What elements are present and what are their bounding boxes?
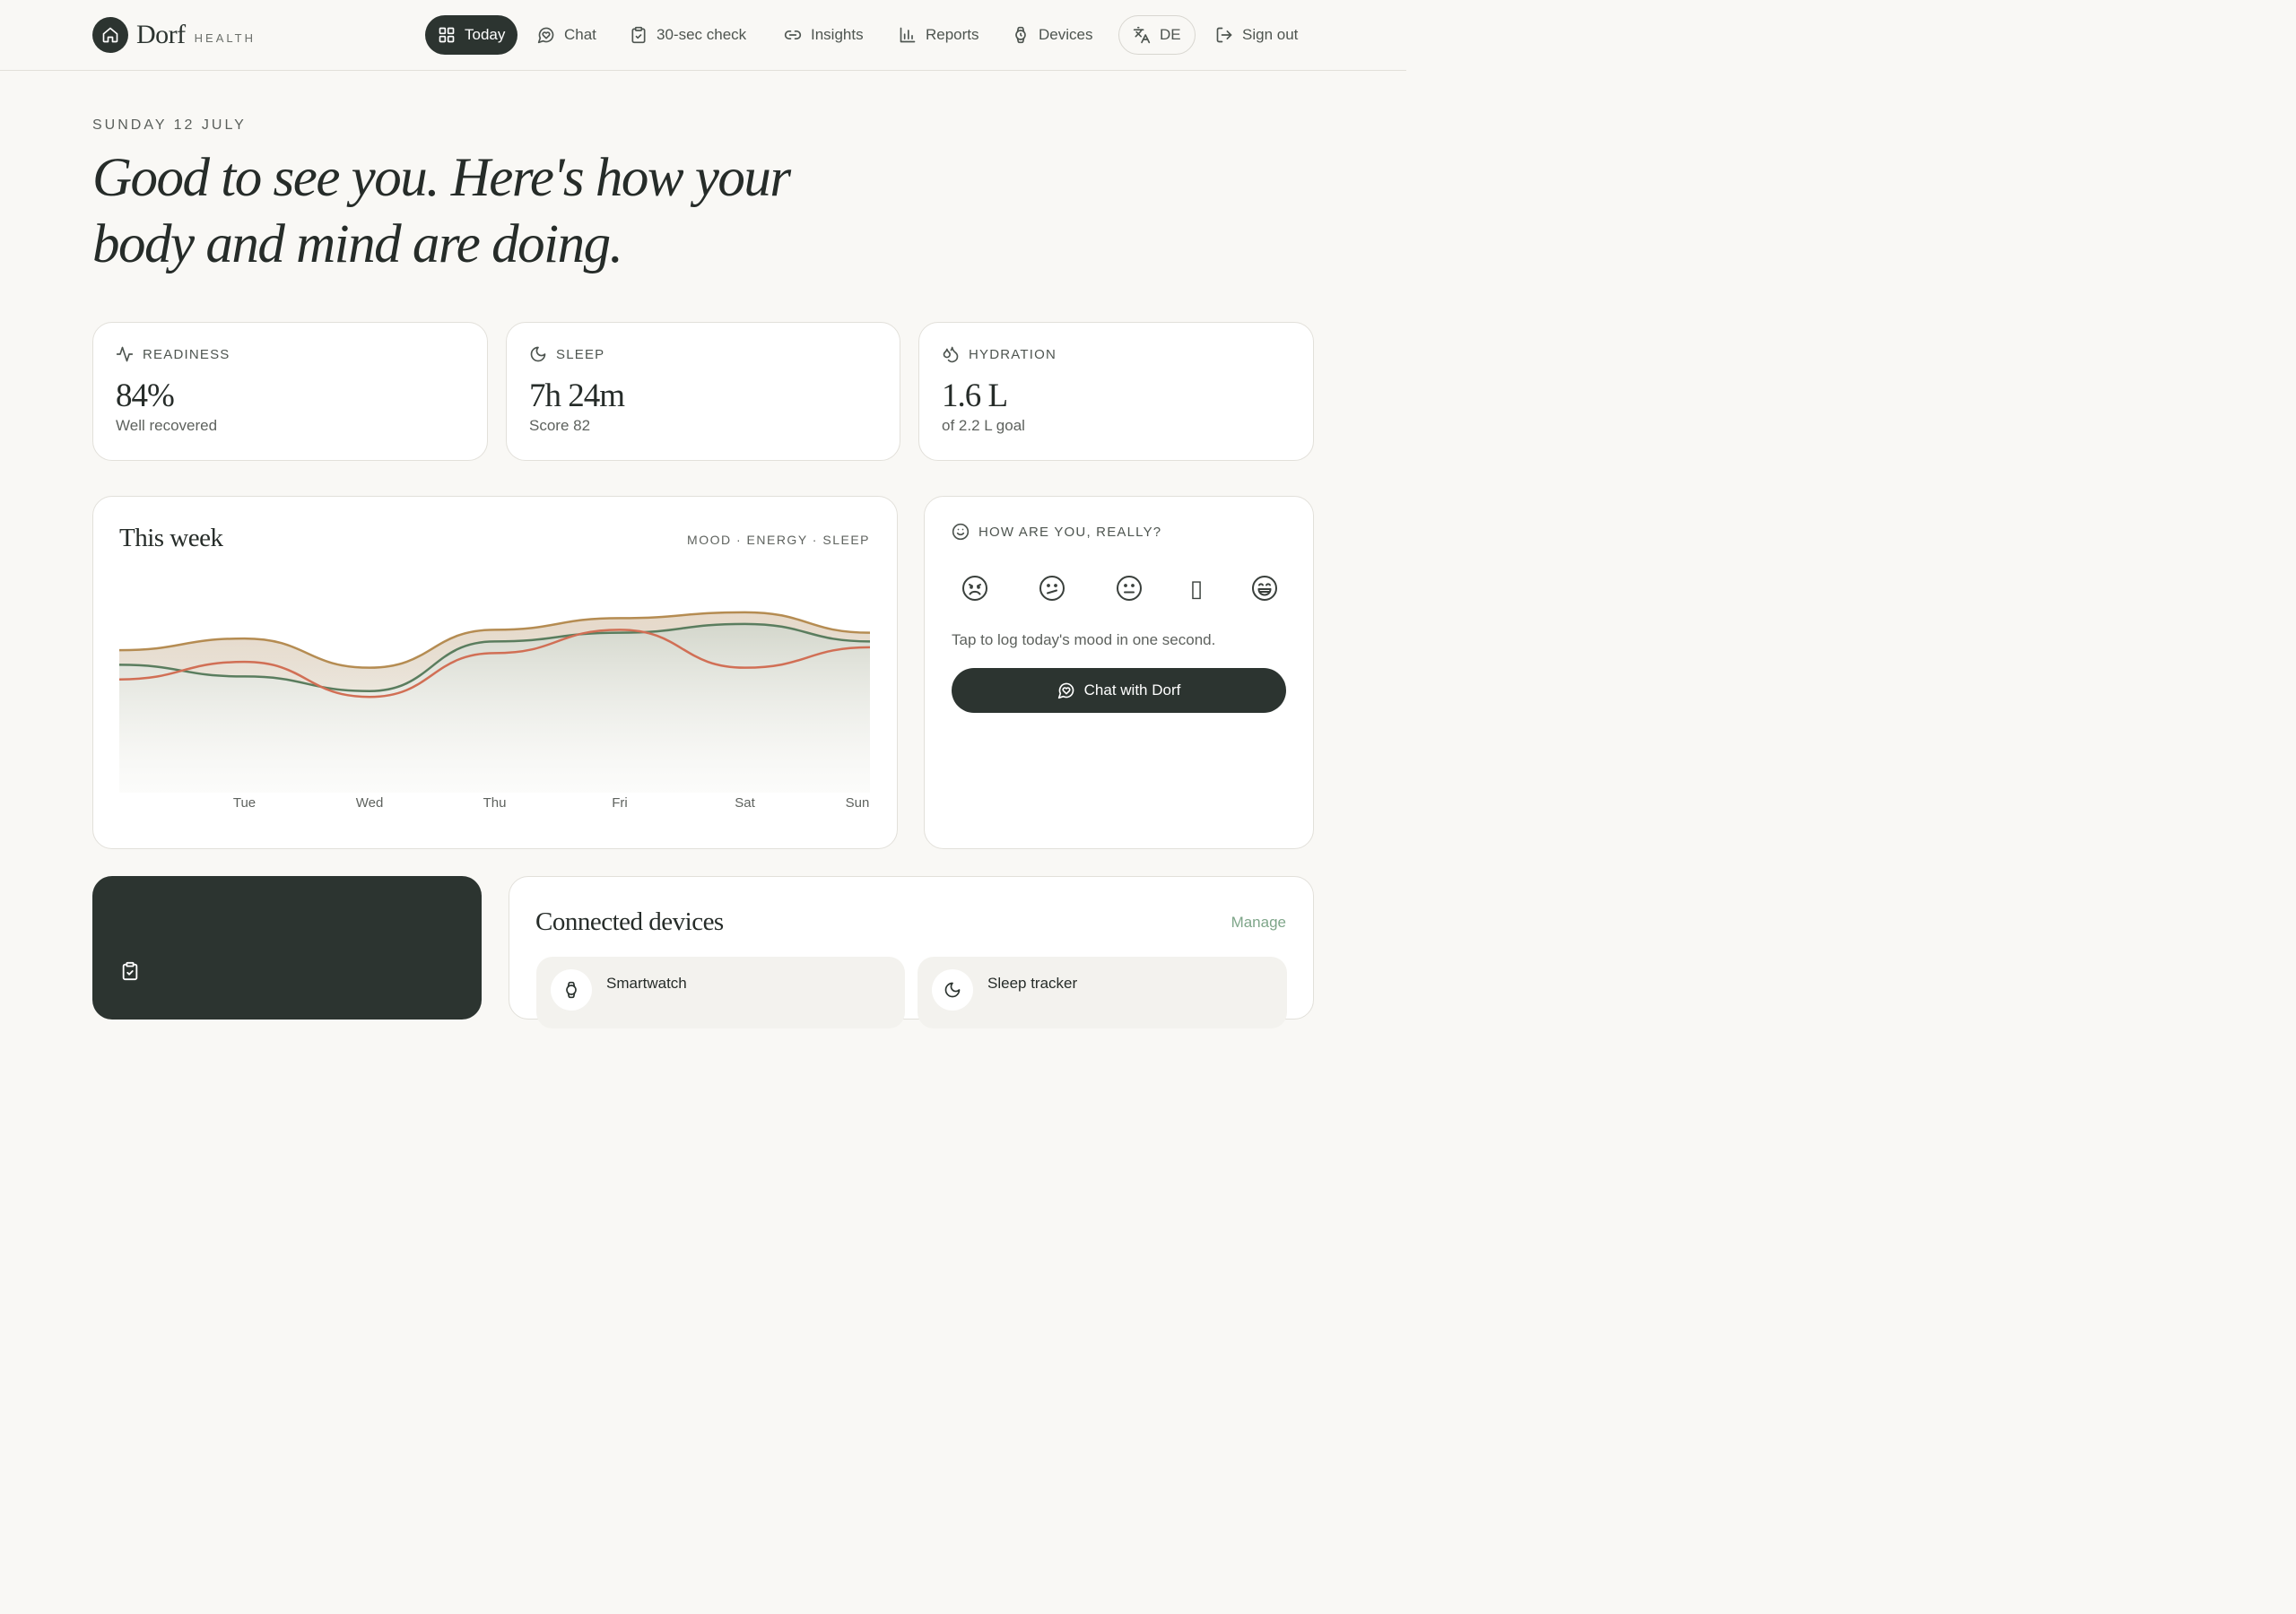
- week-chart-card: This week MOOD · ENERGY · SLEEP Tue Wed Th…: [92, 496, 898, 849]
- nav-today[interactable]: Today: [425, 15, 518, 55]
- very-sad-face-icon[interactable]: [961, 574, 989, 603]
- missing-glyph-icon[interactable]: ▯: [1182, 574, 1211, 603]
- watch-icon: [1015, 26, 1026, 44]
- stat-label: HYDRATION: [942, 345, 1057, 363]
- current-date: SUNDAY 12 JULY: [92, 117, 247, 133]
- x-tick-label: Tue: [232, 795, 257, 811]
- clipboard-check-icon: [122, 961, 138, 981]
- nav-insights[interactable]: Insights: [784, 15, 864, 55]
- readiness-value: 84%: [116, 377, 175, 414]
- nav-label: Today: [465, 26, 506, 43]
- confused-face-icon[interactable]: [1038, 574, 1066, 603]
- brand[interactable]: Dorf HEALTH: [92, 17, 256, 53]
- moon-icon: [530, 346, 546, 362]
- grid-icon: [439, 27, 455, 43]
- droplets-icon: [943, 346, 959, 363]
- language-label: DE: [1160, 26, 1181, 43]
- watch-icon: [551, 969, 592, 1011]
- bar-chart-icon: [900, 27, 916, 43]
- nav-label: Reports: [926, 26, 979, 43]
- hydration-value: 1.6 L: [942, 377, 1008, 414]
- week-chart: [119, 611, 870, 793]
- chat-with-dorf-button[interactable]: Chat with Dorf: [952, 668, 1286, 713]
- activity-icon: [116, 346, 134, 362]
- logout-icon: [1216, 27, 1232, 43]
- nav-chat[interactable]: Chat: [537, 15, 596, 55]
- x-tick-label: Sun: [845, 795, 870, 811]
- mood-heading: HOW ARE YOU, REALLY?: [952, 523, 1161, 541]
- sleep-card[interactable]: SLEEP 7h 24m Score 82: [506, 322, 900, 461]
- stat-label: READINESS: [116, 345, 230, 363]
- link-icon: [784, 30, 802, 40]
- quick-check-card[interactable]: [92, 876, 482, 1020]
- x-tick-label: Fri: [612, 795, 628, 811]
- stat-label: SLEEP: [529, 345, 604, 363]
- hydration-card[interactable]: HYDRATION 1.6 L of 2.2 L goal: [918, 322, 1314, 461]
- sign-out-button[interactable]: Sign out: [1215, 15, 1298, 55]
- sign-out-label: Sign out: [1242, 26, 1299, 43]
- grinning-face-icon[interactable]: [1250, 574, 1279, 603]
- moon-icon: [932, 969, 973, 1011]
- manage-devices-link[interactable]: Manage: [1231, 914, 1286, 932]
- nav-label: 30-sec check: [657, 26, 747, 43]
- chat-icon: [1057, 682, 1074, 699]
- x-tick-label: Thu: [483, 795, 507, 811]
- connected-devices-card: Connected devices Manage Smartwatch Slee…: [509, 876, 1314, 1028]
- chart-title: This week: [119, 524, 223, 552]
- chart-legend: MOOD · ENERGY · SLEEP: [687, 533, 870, 547]
- neutral-face-icon[interactable]: [1115, 574, 1144, 603]
- translate-icon: [1133, 26, 1151, 44]
- x-tick-label: Sat: [735, 795, 755, 811]
- device-name: Sleep tracker: [987, 975, 1078, 992]
- nav-30-sec-check[interactable]: 30-sec check: [630, 15, 746, 55]
- nav-label: Chat: [564, 26, 596, 43]
- sleep-subtext: Score 82: [529, 417, 591, 434]
- hydration-subtext: of 2.2 L goal: [942, 417, 1025, 434]
- readiness-subtext: Well recovered: [116, 417, 218, 434]
- mood-hint: Tap to log today's mood in one second.: [952, 631, 1216, 648]
- devices-title: Connected devices: [535, 907, 724, 936]
- nav-label: Devices: [1039, 26, 1093, 43]
- brand-subtitle: HEALTH: [194, 30, 256, 45]
- sleep-value: 7h 24m: [529, 377, 625, 414]
- nav-reports[interactable]: Reports: [899, 15, 979, 55]
- top-navigation-bar: Dorf HEALTH Today Chat 30-sec check Insi…: [0, 0, 1406, 71]
- device-name: Smartwatch: [606, 975, 687, 992]
- nav-label: Insights: [811, 26, 864, 43]
- brand-name: Dorf: [136, 20, 186, 49]
- page-headline: Good to see you. Here's how your body an…: [92, 148, 791, 274]
- chat-icon: [537, 27, 554, 44]
- mood-card: HOW ARE YOU, REALLY? ▯ Tap to log today'…: [924, 496, 1314, 849]
- device-tile-sleep-tracker[interactable]: Sleep tracker: [918, 957, 1287, 1028]
- smile-icon: [952, 523, 970, 541]
- readiness-card[interactable]: READINESS 84% Well recovered: [92, 322, 488, 461]
- clipboard-check-icon: [631, 26, 646, 44]
- language-toggle[interactable]: DE: [1118, 15, 1196, 55]
- nav-devices[interactable]: Devices: [1012, 15, 1092, 55]
- device-tile-smartwatch[interactable]: Smartwatch: [536, 957, 905, 1028]
- home-icon: [92, 17, 128, 53]
- x-tick-label: Wed: [355, 795, 384, 811]
